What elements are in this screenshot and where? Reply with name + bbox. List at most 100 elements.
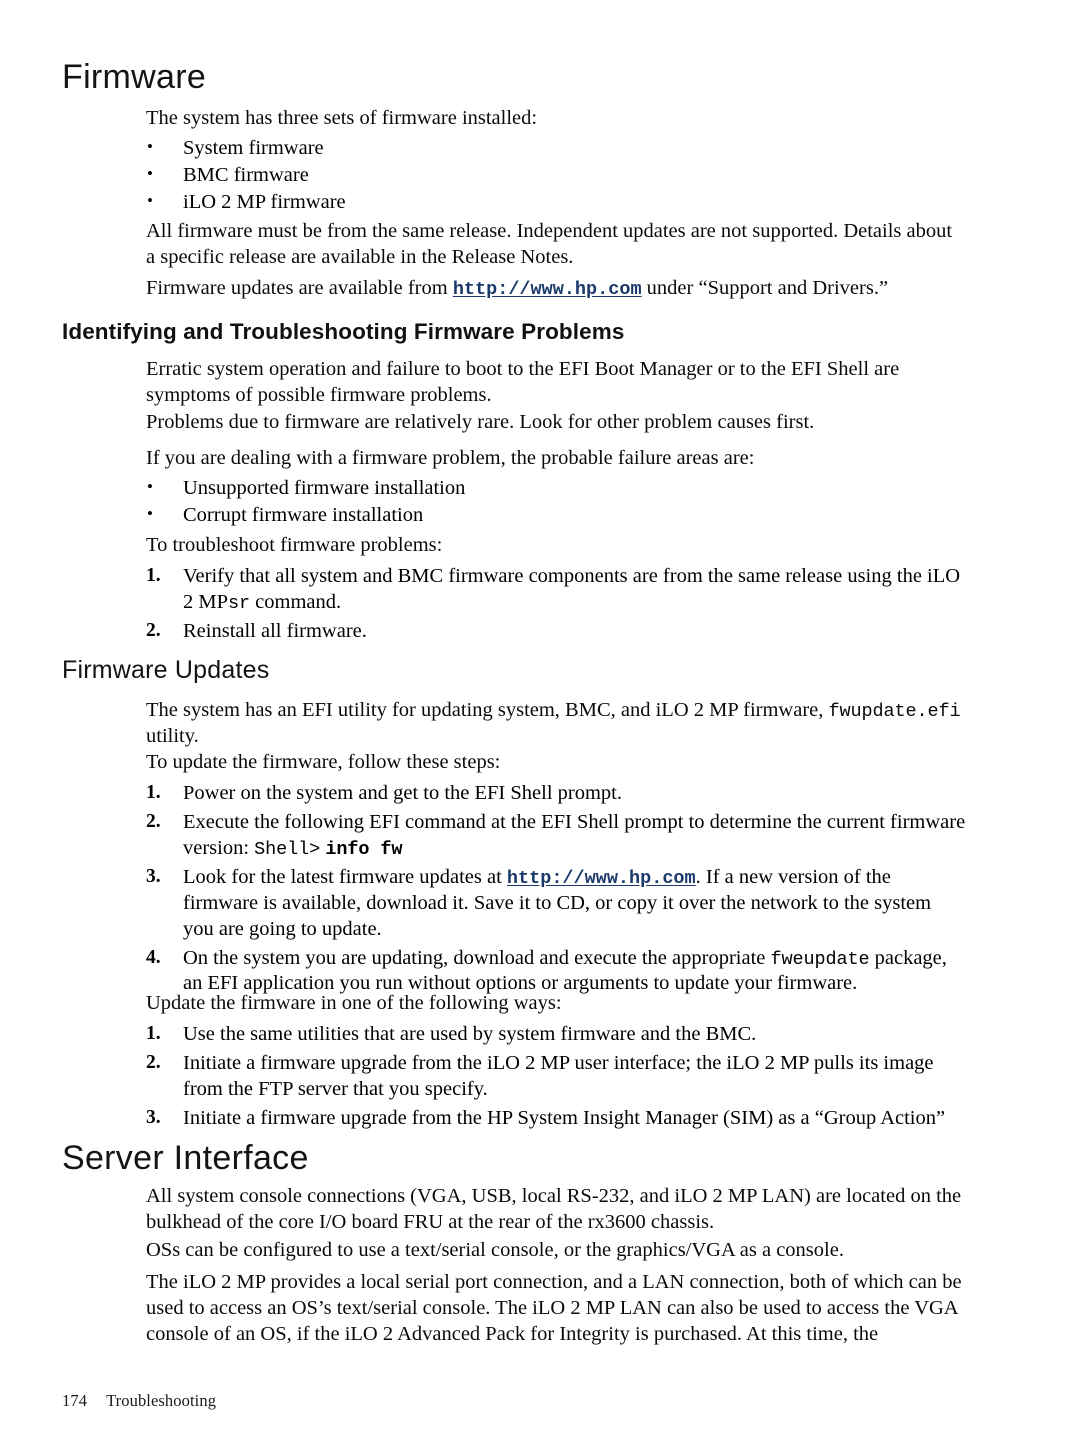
list-item: 3. Initiate a firmware upgrade from the … <box>146 1106 966 1132</box>
paragraph: Update the firmware in one of the follow… <box>146 992 562 1014</box>
list-item: • iLO 2 MP firmware <box>146 190 966 216</box>
hp-website-link[interactable]: http://www.hp.com <box>453 279 642 300</box>
firmware-updates-link-paragraph: Firmware updates are available from http… <box>146 276 966 302</box>
bullet-icon: • <box>147 137 153 156</box>
identifying-steps-list: 1. Verify that all system and BMC firmwa… <box>146 564 966 648</box>
server-interface-os-paragraph: OSs can be configured to use a text/seri… <box>146 1238 966 1264</box>
paragraph: All firmware must be from the same relea… <box>146 220 953 268</box>
firmware-updates-steps-list: 1. Power on the system and get to the EF… <box>146 781 966 1000</box>
list-number: 1. <box>146 565 161 586</box>
firmware-bullet-list: • System firmware • BMC firmware • iLO 2… <box>146 136 966 217</box>
paragraph: To troubleshoot firmware problems: <box>146 534 443 556</box>
list-number: 2. <box>146 1051 161 1073</box>
list-item-label: Reinstall all firmware. <box>183 619 367 642</box>
list-item: 1. Verify that all system and BMC firmwa… <box>146 564 966 616</box>
bullet-list: • Unsupported firmware installation • Co… <box>146 476 966 529</box>
list-item: 1. Power on the system and get to the EF… <box>146 781 966 807</box>
list-item-label: iLO 2 MP firmware <box>183 190 346 213</box>
paragraph: If you are dealing with a firmware probl… <box>146 447 755 469</box>
text-run: Look for the latest firmware updates at <box>183 865 507 888</box>
bullet-icon: • <box>147 190 153 210</box>
inline-code-shell-prompt: Shell> <box>254 838 321 860</box>
paragraph: OSs can be configured to use a text/seri… <box>146 1239 844 1261</box>
section-heading-firmware: Firmware <box>62 58 967 96</box>
text-run: The system has an EFI utility for updati… <box>146 699 829 721</box>
list-item-label: Initiate a firmware upgrade from the iLO… <box>183 1051 934 1100</box>
section-heading-identifying: Identifying and Troubleshooting Firmware… <box>62 318 967 345</box>
list-number: 1. <box>146 1023 161 1044</box>
list-item-label: System firmware <box>183 137 324 159</box>
text-run: command. <box>250 590 342 613</box>
firmware-updates-utility-paragraph: The system has an EFI utility for updati… <box>146 698 966 750</box>
list-number: 3. <box>146 1106 161 1128</box>
bullet-list: • System firmware • BMC firmware • iLO 2… <box>146 136 966 216</box>
section-title: Server Interface <box>62 1139 309 1177</box>
document-page: Firmware The system has three sets of fi… <box>0 0 1080 1438</box>
list-item: • BMC firmware <box>146 163 966 189</box>
list-item: 3. Look for the latest firmware updates … <box>146 865 966 943</box>
identifying-troubleshoot-paragraph: To troubleshoot firmware problems: <box>146 533 966 559</box>
paragraph: The system has an EFI utility for updati… <box>146 698 966 750</box>
numbered-list: 1. Use the same utilities that are used … <box>146 1022 966 1132</box>
section-title: Firmware Updates <box>62 656 270 684</box>
paragraph: Firmware updates are available from http… <box>146 276 966 302</box>
text-run: utility. <box>146 724 199 747</box>
inline-code: sr <box>228 592 251 614</box>
inline-code-command: info fw <box>325 838 403 860</box>
bullet-icon: • <box>147 477 153 496</box>
text-run: On the system you are updating, download… <box>183 946 771 969</box>
section-heading-firmware-updates: Firmware Updates <box>62 656 967 685</box>
list-item-label: BMC firmware <box>183 163 309 186</box>
identifying-dealing-paragraph: If you are dealing with a firmware probl… <box>146 446 966 472</box>
page-title: Firmware <box>62 58 207 96</box>
identifying-bullet-list: • Unsupported firmware installation • Co… <box>146 476 966 530</box>
list-item-label: Corrupt firmware installation <box>183 503 424 526</box>
list-item-label: Use the same utilities that are used by … <box>183 1023 757 1045</box>
list-item: • Corrupt firmware installation <box>146 503 966 529</box>
list-item: 2. Reinstall all firmware. <box>146 619 966 645</box>
list-item-label: Power on the system and get to the EFI S… <box>183 782 622 804</box>
list-item: • Unsupported firmware installation <box>146 476 966 502</box>
page-number: 174 <box>62 1391 88 1410</box>
list-number: 3. <box>146 865 161 887</box>
list-item: 4. On the system you are updating, downl… <box>146 946 966 998</box>
firmware-updates-steps-intro: To update the firmware, follow these ste… <box>146 750 966 776</box>
identifying-rare-paragraph: Problems due to firmware are relatively … <box>146 410 966 436</box>
list-item: 1. Use the same utilities that are used … <box>146 1022 966 1048</box>
list-item: 2. Execute the following EFI command at … <box>146 810 966 862</box>
identifying-erratic-paragraph: Erratic system operation and failure to … <box>146 357 966 409</box>
list-number: 2. <box>146 619 161 641</box>
numbered-list: 1. Verify that all system and BMC firmwa… <box>146 564 966 645</box>
bullet-icon: • <box>147 163 153 183</box>
list-item: • System firmware <box>146 136 966 162</box>
section-title: Identifying and Troubleshooting Firmware… <box>62 319 625 344</box>
section-heading-server-interface: Server Interface <box>62 1139 967 1177</box>
list-number: 4. <box>146 946 161 968</box>
firmware-intro-paragraph: The system has three sets of firmware in… <box>146 106 966 132</box>
chapter-name: Troubleshooting <box>106 1391 217 1410</box>
paragraph: Erratic system operation and failure to … <box>146 358 900 406</box>
hp-website-link[interactable]: http://www.hp.com <box>507 868 696 889</box>
inline-code: fweupdate <box>770 948 870 970</box>
paragraph: To update the firmware, follow these ste… <box>146 751 501 773</box>
firmware-release-paragraph: All firmware must be from the same relea… <box>146 219 966 271</box>
paragraph: The system has three sets of firmware in… <box>146 107 538 129</box>
paragraph: All system console connections (VGA, USB… <box>146 1185 962 1233</box>
list-item-label: Initiate a firmware upgrade from the HP … <box>183 1106 946 1129</box>
bullet-icon: • <box>147 503 153 523</box>
paragraph: Problems due to firmware are relatively … <box>146 411 815 433</box>
numbered-list: 1. Power on the system and get to the EF… <box>146 781 966 997</box>
server-interface-ilo-paragraph: The iLO 2 MP provides a local serial por… <box>146 1270 966 1348</box>
list-number: 2. <box>146 810 161 832</box>
inline-code: fwupdate.efi <box>828 701 961 722</box>
list-number: 1. <box>146 782 161 803</box>
text-run: Firmware updates are available from <box>146 277 453 299</box>
server-interface-connections-paragraph: All system console connections (VGA, USB… <box>146 1184 966 1236</box>
list-item-label: Unsupported firmware installation <box>183 477 466 499</box>
firmware-updates-ways-list: 1. Use the same utilities that are used … <box>146 1022 966 1135</box>
firmware-updates-ways-intro: Update the firmware in one of the follow… <box>146 991 966 1017</box>
page-footer: 174 Troubleshooting <box>62 1391 216 1411</box>
paragraph: The iLO 2 MP provides a local serial por… <box>146 1271 962 1345</box>
list-item: 2. Initiate a firmware upgrade from the … <box>146 1051 966 1103</box>
text-run: under “Support and Drivers.” <box>641 277 889 299</box>
